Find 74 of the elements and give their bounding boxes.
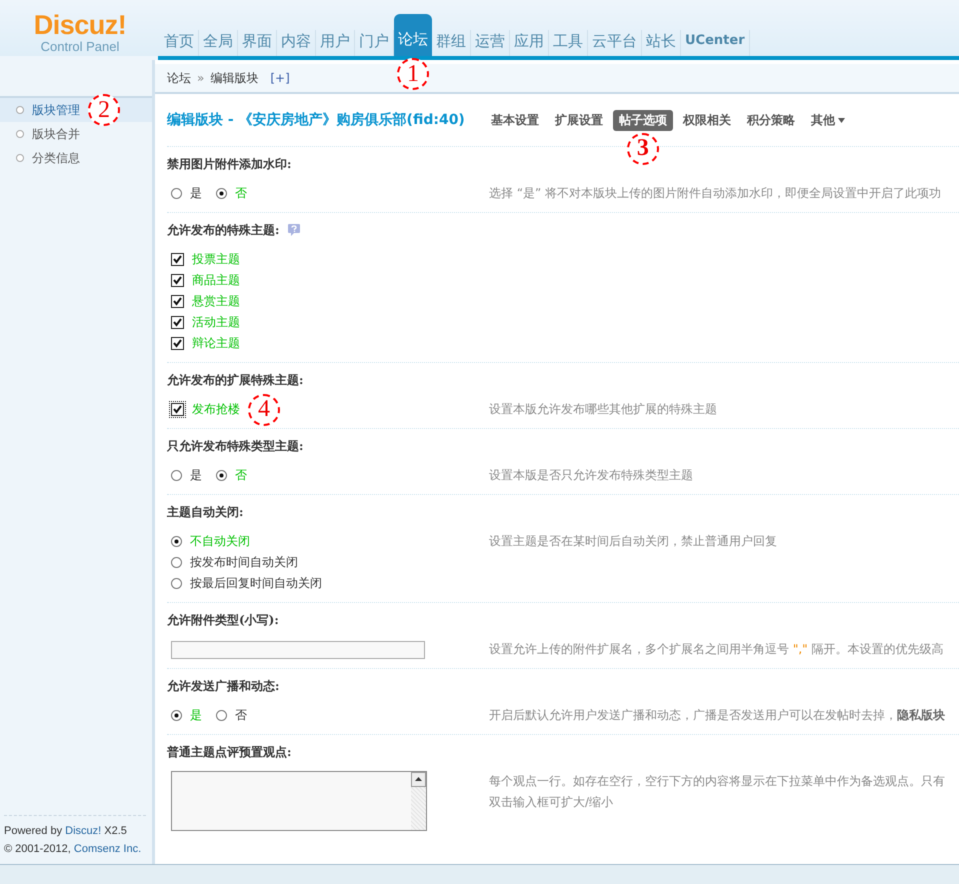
setting-hint: 开启后默认允许用户发送广播和动态，广播是否发送用户可以在发帖时去掉，隐私版块 [489,707,945,724]
radio-button[interactable] [216,470,227,481]
radio-button[interactable] [171,578,182,589]
version-text: X2.5 [104,825,127,837]
checkbox[interactable] [171,337,184,350]
setting-title: 只允许发布特殊类型主题: [167,438,304,454]
radio-button[interactable] [171,536,182,547]
option-label: 是 [190,467,202,484]
annotation-number: 2 [88,94,120,126]
option-label: 否 [235,467,247,484]
caret-icon [838,118,845,122]
logo-subtitle: Control Panel [40,39,120,54]
setting-hint: 双击输入框可扩大/缩小 [489,794,614,811]
settings-tab[interactable]: 扩展设置 [548,110,609,130]
annotation-number: 3 [626,132,659,164]
checkbox[interactable] [171,253,184,266]
bullet-icon [16,106,24,114]
checkbox[interactable] [171,274,184,287]
setting-hint: 选择 “是” 将不对本版块上传的图片附件自动添加水印，即便全局设置中开启了此项功 [489,185,942,202]
setting-title: 允许发布的扩展特殊主题: [167,372,304,388]
bullet-icon [16,154,24,162]
checkbox[interactable] [171,295,184,308]
checkbox[interactable] [171,316,184,329]
add-shortcut-link[interactable]: [+] [270,71,290,85]
checkbox[interactable] [171,403,184,416]
radio-button[interactable] [171,557,182,568]
scroll-up-icon[interactable] [411,772,426,787]
setting-title: 主题自动关闭: [167,504,244,520]
setting-title: 允许附件类型(小写): [167,612,279,628]
settings-tab[interactable]: 基本设置 [484,110,545,130]
option-label: 否 [235,185,247,202]
option-label: 是 [190,185,202,202]
bullet-icon [16,130,24,138]
copyright-text: © 2001-2012, [4,843,71,855]
setting-title: 允许发送广播和动态: [167,678,280,694]
option-label: 发布抢楼 [192,401,240,418]
breadcrumb-current: 编辑版块 [210,70,258,86]
radio-button[interactable] [171,188,182,199]
setting-hint: 每个观点一行。如存在空行，空行下方的内容将显示在下拉菜单中作为备选观点。只有 [489,773,945,790]
powered-by-text: Powered by [4,825,62,837]
setting-hint: 设置本版是否只允许发布特殊类型主题 [489,467,693,484]
discuz-link[interactable]: Discuz! [65,825,102,837]
option-label: 否 [235,707,247,724]
settings-tab[interactable]: 其他 [804,110,851,130]
radio-button[interactable] [171,470,182,481]
option-label: 按发布时间自动关闭 [190,554,298,571]
company-link[interactable]: Comsenz Inc. [74,843,142,855]
option-label: 商品主题 [192,272,240,289]
option-label: 活动主题 [192,314,240,331]
option-label: 不自动关闭 [190,533,250,550]
setting-title: 禁用图片附件添加水印: [167,156,292,172]
radio-button[interactable] [216,710,227,721]
page-title: 编辑版块 - 《安庆房地产》购房俱乐部(fid:40) [167,111,465,129]
option-label: 辩论主题 [192,335,240,352]
annotation-number: 4 [248,394,280,426]
option-label: 投票主题 [192,251,240,268]
input-field[interactable] [171,641,425,659]
option-label: 悬赏主题 [192,293,240,310]
setting-title: 允许发布的特殊主题: [167,222,280,238]
breadcrumb-link[interactable]: 论坛 [167,70,191,86]
radio-button[interactable] [171,710,182,721]
radio-button[interactable] [216,188,227,199]
setting-hint: 设置允许上传的附件扩展名，多个扩展名之间用半角逗号 "," 隔开。本设置的优先级高 [489,641,944,658]
sidebar-item[interactable]: 分类信息 [32,150,80,166]
option-label: 按最后回复时间自动关闭 [190,575,322,592]
breadcrumb-separator: » [197,71,204,85]
sidebar-item[interactable]: 版块合并 [32,126,80,142]
option-label: 是 [190,707,202,724]
setting-title: 普通主题点评预置观点: [167,744,292,760]
settings-tab[interactable]: 积分策略 [740,110,801,130]
setting-hint: 设置本版允许发布哪些其他扩展的特殊主题 [489,401,717,418]
setting-hint: 设置主题是否在某时间后自动关闭，禁止普通用户回复 [489,533,777,550]
sidebar-item[interactable]: 版块管理 [32,102,80,118]
settings-tab[interactable]: 权限相关 [676,110,737,130]
